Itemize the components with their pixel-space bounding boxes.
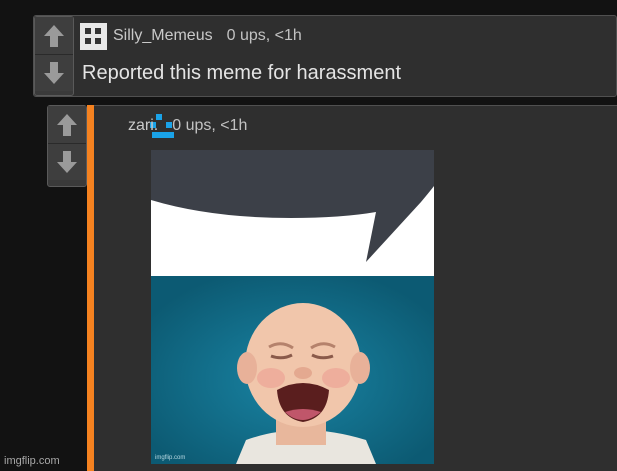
- username-link[interactable]: Silly_Memeus: [113, 27, 213, 44]
- vote-controls: [47, 105, 87, 187]
- upvote-button[interactable]: [35, 17, 73, 54]
- upvote-button[interactable]: [48, 106, 86, 143]
- arrow-down-icon: [57, 151, 77, 173]
- downvote-button[interactable]: [35, 54, 73, 91]
- comment-2: zari. 0 ups, <1h imgflip.com: [47, 105, 617, 471]
- comment-meta: Silly_Memeus 0 ups, <1h: [113, 27, 302, 45]
- reply-body: zari. 0 ups, <1h imgflip.com: [94, 105, 617, 471]
- arrow-up-icon: [44, 24, 64, 47]
- upvote-count: 0 ups, <1h: [226, 27, 302, 44]
- svg-text:imgflip.com: imgflip.com: [155, 455, 185, 461]
- username-link[interactable]: zari.: [128, 117, 158, 134]
- meme-image-art: imgflip.com: [151, 150, 434, 464]
- downvote-button[interactable]: [48, 143, 86, 180]
- user-avatar[interactable]: [80, 23, 107, 50]
- arrow-down-icon: [44, 62, 64, 84]
- site-watermark: imgflip.com: [4, 455, 60, 467]
- comment-1: Silly_Memeus 0 ups, <1h Reported this mem…: [33, 15, 617, 97]
- crying-baby-image[interactable]: imgflip.com: [151, 150, 434, 464]
- comment-meta: zari. 0 ups, <1h: [128, 117, 247, 135]
- vote-controls: [34, 16, 74, 96]
- upvote-count: 0 ups, <1h: [172, 117, 248, 134]
- arrow-up-icon: [57, 113, 77, 136]
- comment-text: Reported this meme for harassment: [82, 62, 402, 84]
